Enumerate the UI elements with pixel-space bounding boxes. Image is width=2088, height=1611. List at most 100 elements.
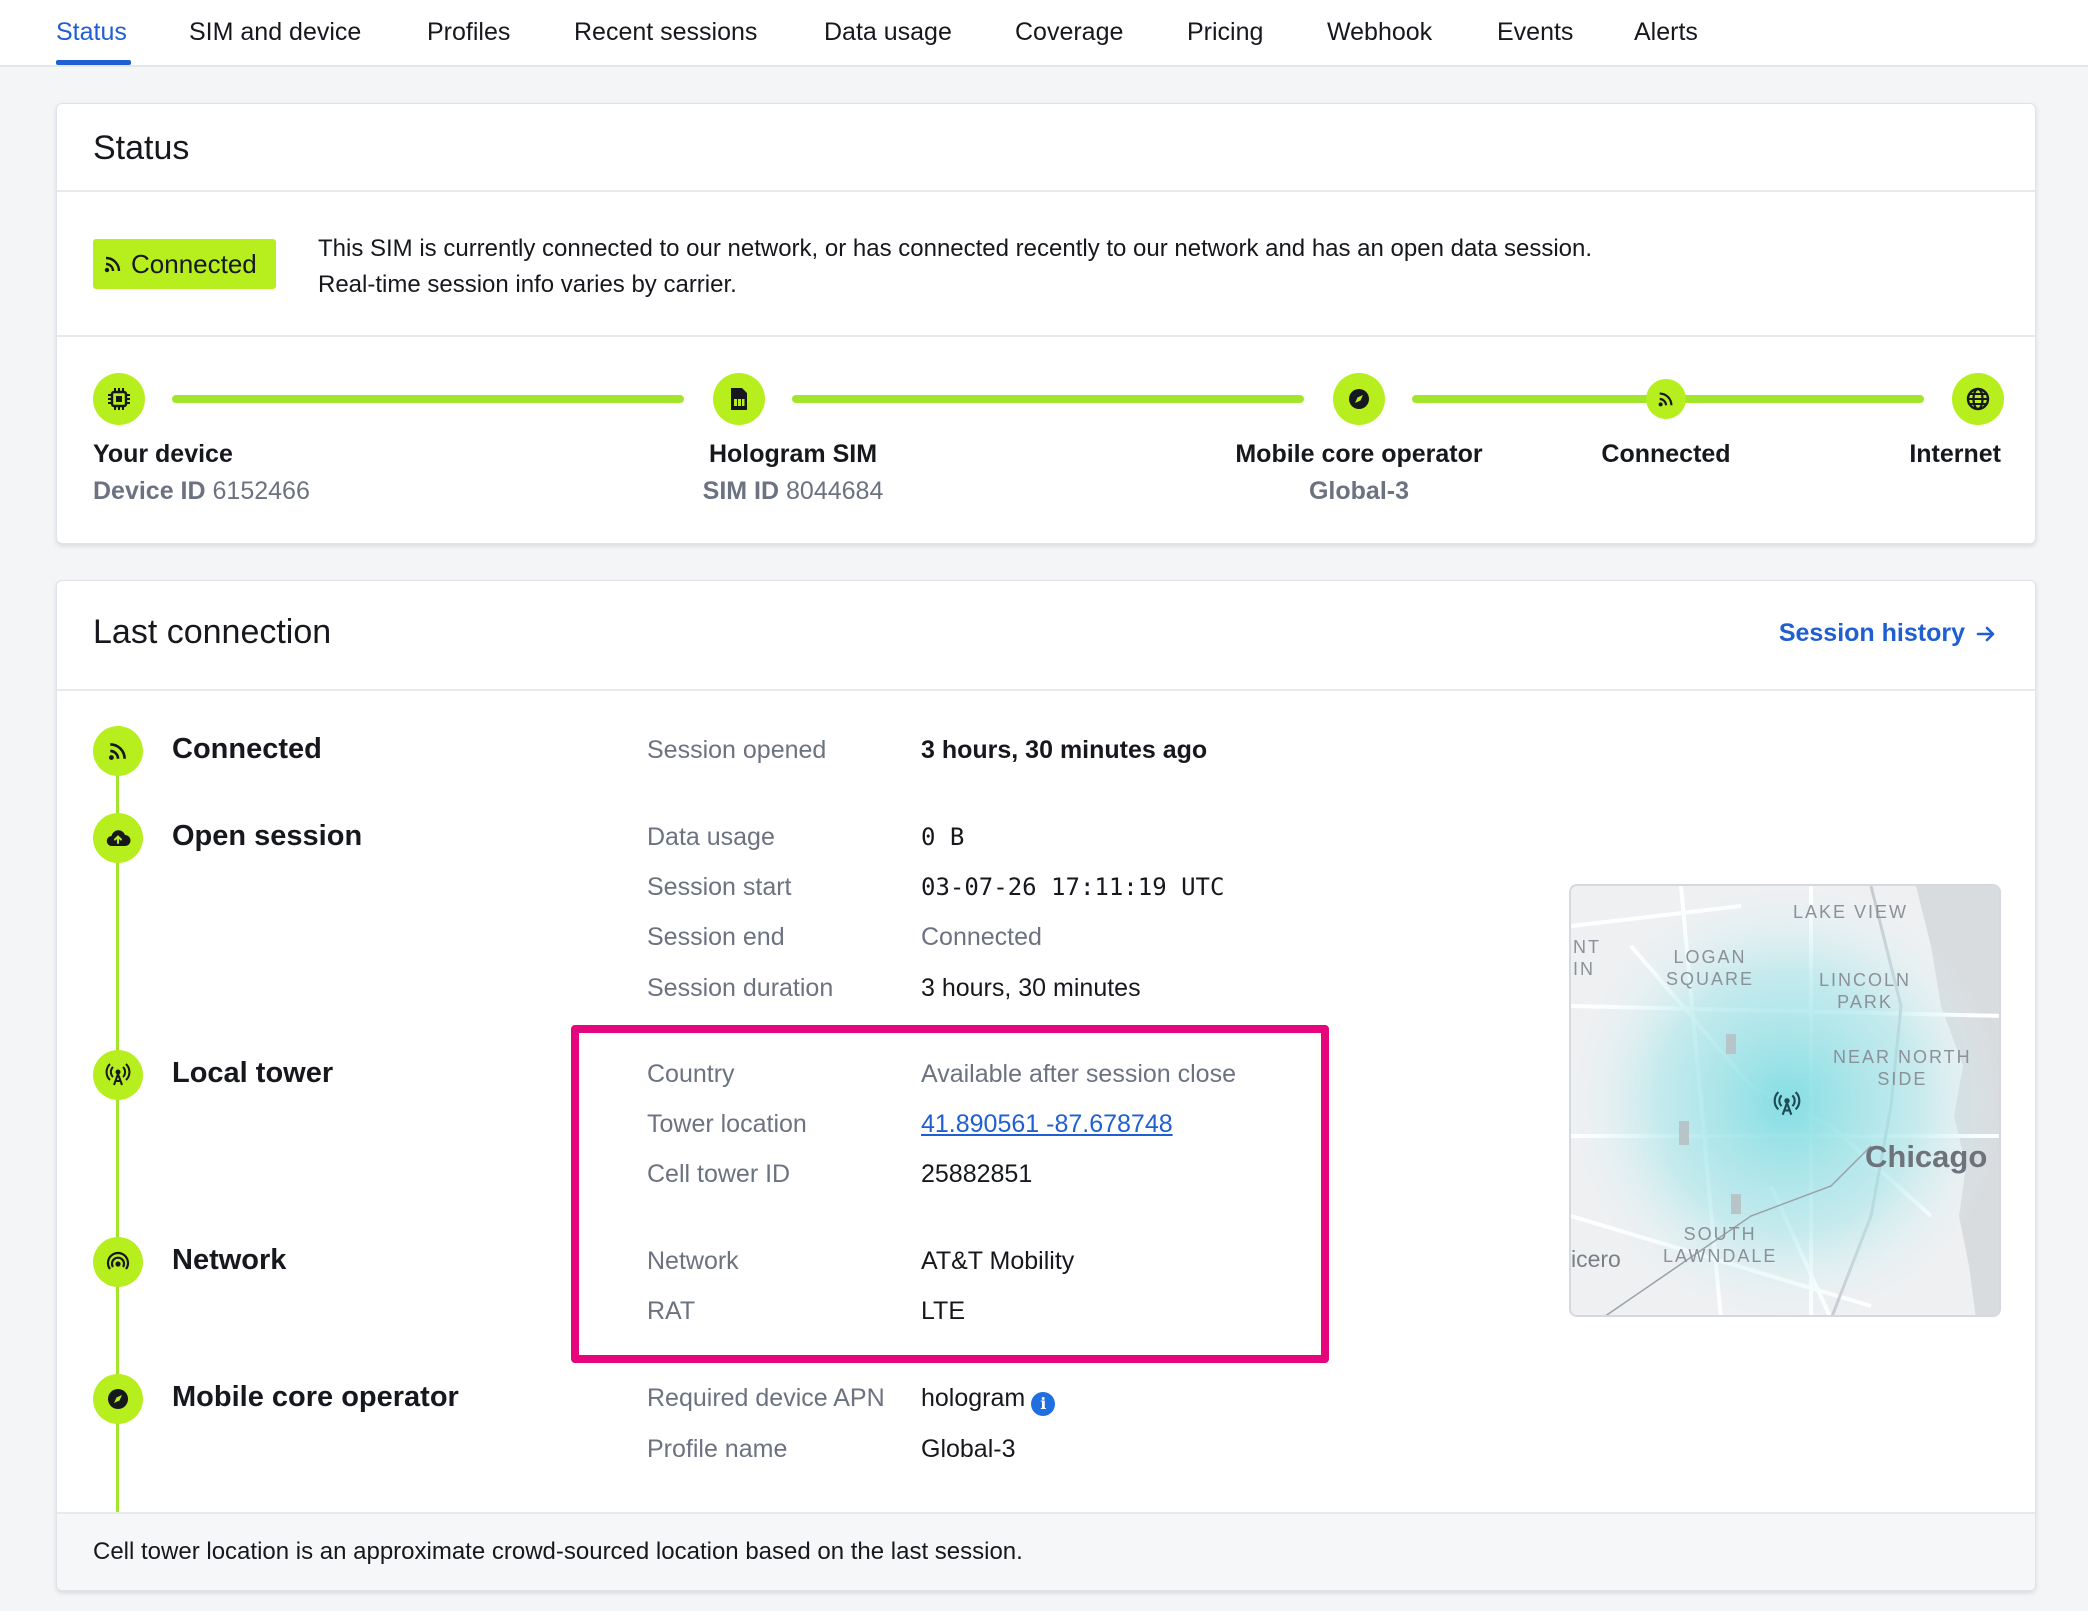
open-session-stage-node [93, 813, 143, 863]
tab-status[interactable]: Status [56, 18, 127, 47]
session-opened-key: Session opened [647, 736, 827, 764]
data-usage-key: Data usage [647, 823, 775, 851]
tab-pricing[interactable]: Pricing [1187, 18, 1263, 47]
rat-key: RAT [647, 1297, 696, 1325]
network-key: Network [647, 1247, 739, 1275]
last-connection-card: Last connection Session history Connecte… [56, 580, 2036, 1591]
profile-name-key: Profile name [647, 1435, 788, 1463]
status-badge-label: Connected [131, 248, 257, 279]
sim-id: SIM ID 8044684 [702, 477, 884, 505]
tower-map[interactable]: LAKE VIEW LOGAN SQUARE LINCOLN PARK NEAR… [1569, 884, 2001, 1317]
session-history-label: Session history [1778, 619, 1965, 647]
mobile-core-stage-node [93, 1374, 143, 1424]
compass-icon [108, 1389, 128, 1409]
status-card: Status Connected This SIM is currently c… [56, 103, 2036, 544]
tower-location-value: 41.890561 -87.678748 [921, 1110, 1173, 1139]
network-value: AT&T Mobility [921, 1247, 1075, 1275]
session-end-key: Session end [647, 923, 785, 951]
session-opened-value: 3 hours, 30 minutes ago [921, 736, 1208, 764]
top-tab-bar: Status SIM and device Profiles Recent se… [0, 0, 2088, 67]
map-label-lincoln-park: LINCOLN PARK [1819, 970, 1912, 1012]
tab-recent-sessions[interactable]: Recent sessions [574, 18, 757, 47]
signal-icon [104, 256, 121, 273]
required-apn-key: Required device APN [647, 1384, 885, 1412]
cell-tower-id-key: Cell tower ID [647, 1160, 791, 1188]
internet-step-node [1952, 373, 2004, 425]
tower-icon [105, 1063, 131, 1086]
required-apn-value: hologram i [921, 1384, 1056, 1416]
info-icon[interactable]: i [1031, 1391, 1056, 1416]
connected-stage-node [93, 726, 143, 776]
tab-profiles[interactable]: Profiles [427, 18, 510, 47]
footer-note: Cell tower location is an approximate cr… [93, 1538, 1023, 1565]
local-tower-stage-label: Local tower [172, 1057, 334, 1089]
apn-value-text: hologram [921, 1384, 1026, 1412]
open-session-stage-label: Open session [172, 820, 363, 852]
cloud-upload-icon [106, 830, 131, 847]
signal-icon [108, 743, 126, 761]
tab-webhook[interactable]: Webhook [1327, 18, 1432, 47]
timeline-line [116, 751, 119, 1561]
connected-step-node [1646, 379, 1686, 419]
connected-step-label: Connected [1601, 440, 1731, 468]
network-icon [106, 1251, 130, 1270]
compass-icon [1349, 389, 1369, 409]
card-footer: Cell tower location is an approximate cr… [57, 1512, 2035, 1590]
device-id: Device ID 6152466 [93, 477, 310, 505]
map-label-lake-view: LAKE VIEW [1793, 902, 1909, 922]
session-history-link[interactable]: Session history [1779, 619, 1997, 648]
last-connection-title: Last connection [93, 613, 332, 651]
operator-step-label: Mobile core operator [1235, 440, 1483, 468]
tower-location-link[interactable]: 41.890561 -87.678748 [921, 1110, 1173, 1138]
tab-sim-and-device[interactable]: SIM and device [189, 18, 361, 47]
chip-icon [108, 388, 130, 410]
divider [57, 335, 2035, 337]
cell-tower-id-value: 25882851 [921, 1160, 1033, 1188]
sim-icon [731, 388, 747, 410]
operator-profile: Global-3 [1308, 477, 1409, 505]
divider [57, 689, 2035, 691]
status-description: This SIM is currently connected to our n… [318, 231, 1592, 303]
progress-bar-segment [792, 395, 1304, 403]
network-stage-label: Network [172, 1244, 287, 1276]
country-key: Country [647, 1060, 735, 1088]
map-label-south-lawndale: SOUTH LAWNDALE [1663, 1224, 1778, 1266]
connected-stage-label: Connected [172, 733, 322, 765]
session-start-key: Session start [647, 873, 792, 901]
tab-alerts[interactable]: Alerts [1634, 18, 1698, 47]
status-card-title: Status [93, 129, 190, 167]
divider [57, 190, 2035, 192]
device-step-label: Your device [93, 440, 233, 468]
session-duration-key: Session duration [647, 974, 834, 1002]
status-description-line: Real-time session info varies by carrier… [318, 271, 737, 298]
internet-step-label: Internet [1909, 440, 2001, 468]
tab-events[interactable]: Events [1497, 18, 1573, 47]
mobile-core-stage-label: Mobile core operator [172, 1381, 459, 1413]
active-tab-indicator [56, 60, 131, 65]
data-usage-value: 0 B [921, 823, 965, 851]
tab-data-usage[interactable]: Data usage [824, 18, 952, 47]
map-label-chicago: Chicago [1865, 1139, 1988, 1174]
tower-marker-icon [1773, 1091, 1801, 1116]
session-start-value: 03-07-26 17:11:19 UTC [921, 873, 1225, 901]
map-label-near-north: NEAR NORTH SIDE [1833, 1047, 1972, 1089]
arrow-right-icon [1976, 626, 1995, 641]
status-description-line: This SIM is currently connected to our n… [318, 235, 1593, 262]
sim-step-node [713, 373, 765, 425]
session-end-value: Connected [921, 923, 1042, 951]
rat-value: LTE [921, 1297, 965, 1325]
tab-coverage[interactable]: Coverage [1015, 18, 1123, 47]
map-label-logan-square: LOGAN SQUARE [1666, 947, 1755, 989]
signal-icon [1658, 392, 1673, 407]
globe-icon [1966, 387, 1990, 411]
progress-bar-segment [172, 395, 684, 403]
map-label-cicero: icero [1571, 1246, 1621, 1272]
device-step-node [93, 373, 145, 425]
country-value: Available after session close [921, 1060, 1236, 1088]
map-label-edge: NT IN [1573, 937, 1601, 979]
tower-location-key: Tower location [647, 1110, 807, 1138]
sim-step-label: Hologram SIM [708, 440, 878, 468]
session-duration-value: 3 hours, 30 minutes [921, 974, 1141, 1002]
profile-name-value: Global-3 [921, 1435, 1016, 1463]
status-badge: Connected [93, 239, 276, 289]
